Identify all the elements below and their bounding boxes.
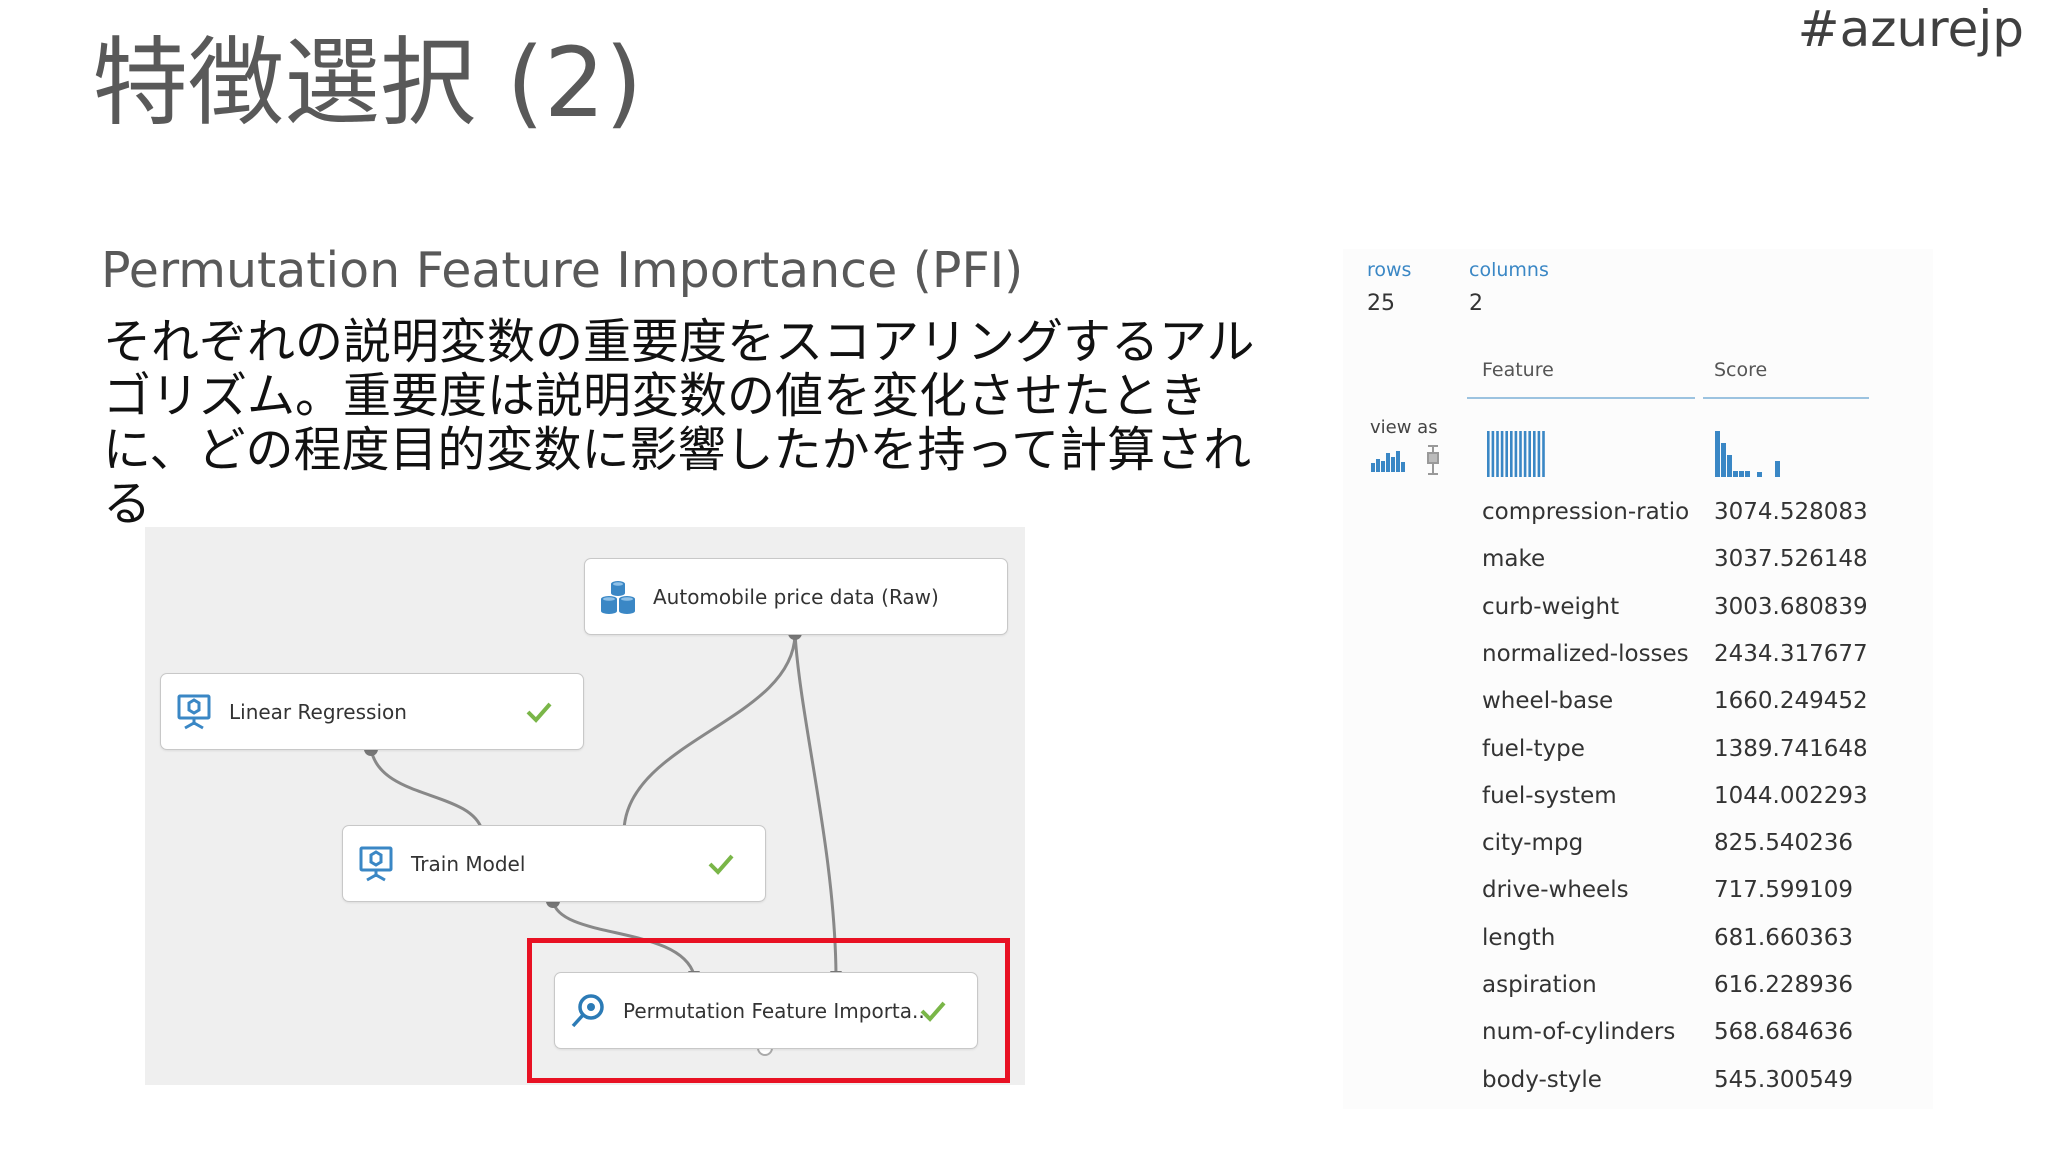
model-icon xyxy=(177,694,211,729)
feature-cell: aspiration xyxy=(1482,972,1597,998)
feature-cell: fuel-system xyxy=(1482,782,1617,809)
feature-cell: normalized-losses xyxy=(1482,640,1689,667)
slide-subtitle: Permutation Feature Importance (PFI) xyxy=(101,242,1024,299)
feature-histogram-bar xyxy=(1496,431,1499,477)
table-row[interactable]: compression-ratio 3074.528083 xyxy=(1343,499,1933,539)
score-cell: 1389.741648 xyxy=(1714,735,1868,762)
table-row[interactable]: fuel-system 1044.002293 xyxy=(1343,783,1933,823)
histogram-view-icon[interactable] xyxy=(1370,447,1406,473)
table-row[interactable]: num-of-cylinders 568.684636 xyxy=(1343,1019,1933,1059)
header-divider xyxy=(1467,397,1869,399)
feature-histogram-bar xyxy=(1542,431,1545,477)
feature-cell: compression-ratio xyxy=(1482,499,1690,525)
model-icon xyxy=(359,846,393,881)
feature-cell: curb-weight xyxy=(1482,593,1620,620)
check-icon xyxy=(526,702,552,723)
table-row[interactable]: length 681.660363 xyxy=(1343,925,1933,965)
feature-cell: make xyxy=(1482,546,1546,573)
table-row[interactable]: city-mpg 825.540236 xyxy=(1343,830,1933,870)
results-panel: rows 25 columns 2 Feature Score view as … xyxy=(1343,249,1933,1109)
table-row[interactable]: body-style 545.300549 xyxy=(1343,1067,1933,1107)
rows-value: 25 xyxy=(1367,291,1395,316)
feature-cell: body-style xyxy=(1482,1066,1602,1093)
columns-value: 2 xyxy=(1469,291,1483,316)
node-linear-regression[interactable]: Linear Regression xyxy=(160,673,584,750)
slide-description: それぞれの説明変数の重要度をスコアリングするアルゴリズム。重要度は説明変数の値を… xyxy=(103,314,1255,532)
table-row[interactable]: fuel-type 1389.741648 xyxy=(1343,736,1933,776)
score-cell: 2434.317677 xyxy=(1714,640,1868,667)
node-label: Automobile price data (Raw) xyxy=(653,584,939,609)
score-cell: 717.599109 xyxy=(1714,877,1854,904)
table-row[interactable]: drive-wheels 717.599109 xyxy=(1343,877,1933,917)
score-cell: 3074.528083 xyxy=(1714,499,1868,525)
dataset-icon xyxy=(601,580,635,614)
columns-label: columns xyxy=(1469,259,1549,281)
node-label: Linear Regression xyxy=(229,699,407,724)
feature-histogram-bar xyxy=(1491,431,1495,477)
column-header-score[interactable]: Score xyxy=(1714,359,1767,381)
score-cell: 825.540236 xyxy=(1714,830,1854,857)
feature-histogram-bar xyxy=(1510,431,1513,477)
check-icon xyxy=(708,854,734,875)
feature-histogram-bar xyxy=(1505,431,1508,477)
feature-histogram-bar xyxy=(1514,431,1518,477)
feature-cell: length xyxy=(1482,924,1556,951)
feature-cell: fuel-type xyxy=(1482,735,1585,762)
table-row[interactable]: make 3037.526148 xyxy=(1343,546,1933,586)
score-cell: 3003.680839 xyxy=(1714,593,1868,620)
feature-histogram-bar xyxy=(1500,431,1504,477)
node-train-model[interactable]: Train Model xyxy=(342,825,766,902)
score-cell: 1044.002293 xyxy=(1714,782,1868,809)
table-row[interactable]: normalized-losses 2434.317677 xyxy=(1343,641,1933,681)
feature-histogram-bar xyxy=(1537,431,1541,477)
feature-cell: wheel-base xyxy=(1482,688,1614,715)
score-cell: 3037.526148 xyxy=(1714,546,1868,573)
node-automobile-price-data[interactable]: Automobile price data (Raw) xyxy=(584,558,1008,635)
score-cell: 1660.249452 xyxy=(1714,688,1868,715)
boxplot-view-icon[interactable] xyxy=(1425,445,1441,475)
hashtag: #azurejp xyxy=(1797,0,2024,58)
feature-column-histogram[interactable] xyxy=(1486,429,1550,479)
feature-histogram-bar xyxy=(1523,431,1527,477)
rows-label: rows xyxy=(1367,259,1412,281)
feature-cell: drive-wheels xyxy=(1482,877,1629,904)
table-row[interactable]: aspiration 616.228936 xyxy=(1343,972,1933,1012)
table-row[interactable]: curb-weight 3003.680839 xyxy=(1343,594,1933,634)
feature-histogram-bar xyxy=(1487,431,1490,477)
feature-histogram-bar xyxy=(1533,431,1536,477)
node-label: Train Model xyxy=(411,851,526,876)
feature-histogram-bar xyxy=(1519,431,1522,477)
score-cell: 568.684636 xyxy=(1714,1019,1854,1046)
table-row[interactable]: wheel-base 1660.249452 xyxy=(1343,688,1933,728)
column-header-feature[interactable]: Feature xyxy=(1482,359,1554,381)
slide-title: 特徴選択 (2) xyxy=(92,27,643,139)
view-as-label: view as xyxy=(1370,417,1438,438)
score-column-histogram[interactable] xyxy=(1713,429,1793,479)
highlight-box xyxy=(527,938,1010,1083)
feature-cell: num-of-cylinders xyxy=(1482,1019,1676,1046)
score-cell: 681.660363 xyxy=(1714,924,1854,951)
score-cell: 545.300549 xyxy=(1714,1066,1854,1093)
score-cell: 616.228936 xyxy=(1714,972,1854,998)
feature-histogram-bar xyxy=(1528,431,1531,477)
feature-cell: city-mpg xyxy=(1482,830,1584,857)
